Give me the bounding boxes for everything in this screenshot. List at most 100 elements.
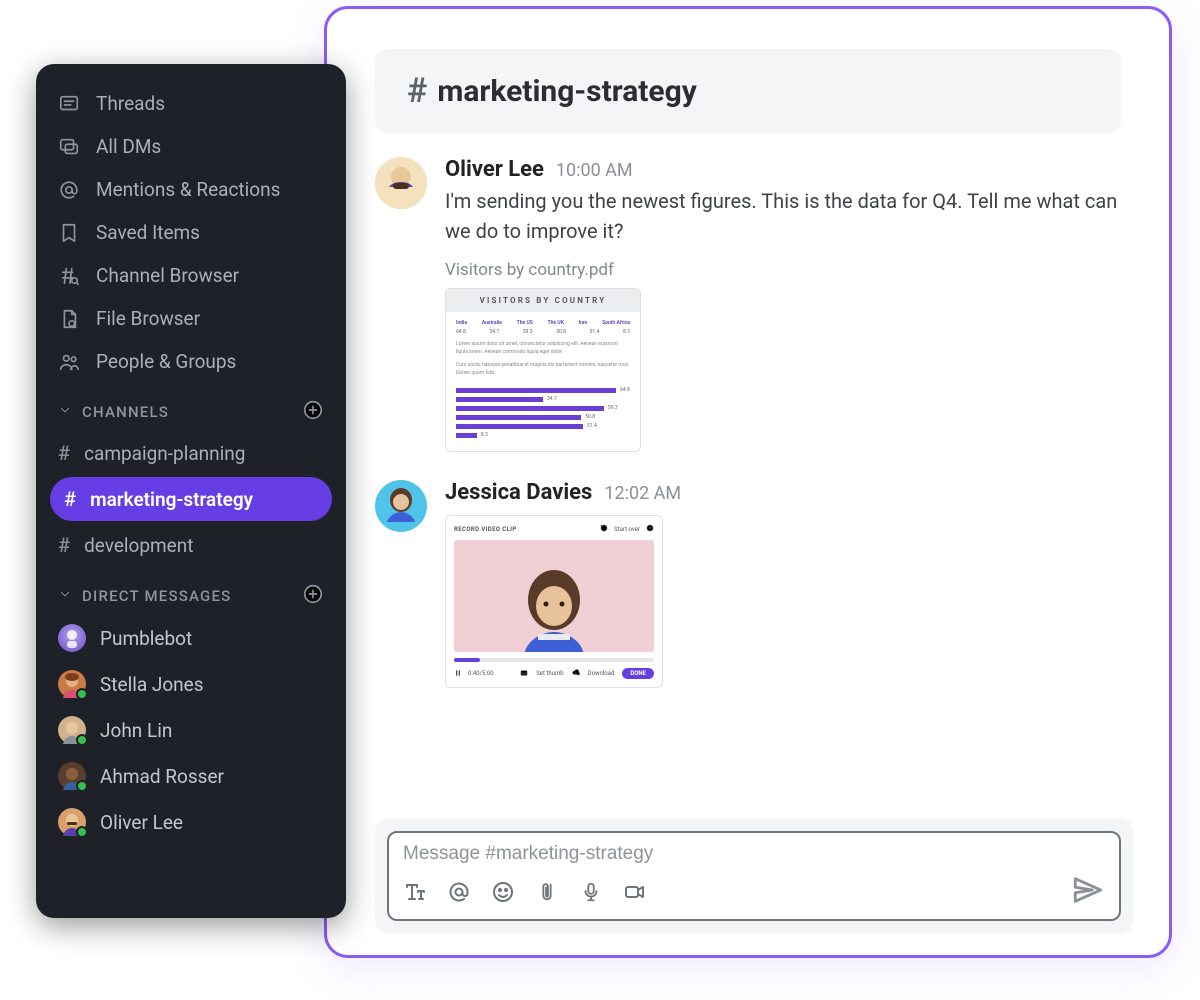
message-text: I'm sending you the newest figures. This…	[445, 186, 1121, 246]
avatar	[58, 762, 86, 790]
message-time: 12:02 AM	[604, 483, 681, 504]
message-time: 10:00 AM	[556, 160, 633, 181]
message-list: Oliver Lee 10:00 AM I'm sending you the …	[327, 133, 1169, 688]
composer-container	[375, 819, 1133, 933]
send-button[interactable]	[1071, 873, 1105, 911]
channel-item[interactable]: # development	[36, 523, 346, 567]
dm-name: Pumblebot	[100, 627, 192, 650]
chevron-down-icon	[58, 587, 72, 605]
threads-icon	[58, 93, 80, 115]
avatar[interactable]	[375, 480, 427, 532]
chat-panel: # marketing-strategy Oliver Lee 10:00 AM…	[324, 6, 1172, 958]
dms-label: DIRECT MESSAGES	[82, 587, 231, 605]
nav-file-browser[interactable]: File Browser	[36, 297, 346, 340]
dms-icon	[58, 136, 80, 158]
nav-label: Mentions & Reactions	[96, 178, 280, 201]
file-browser-icon	[58, 308, 80, 330]
video-preview	[454, 540, 654, 652]
status-online	[76, 734, 88, 746]
add-dm-button[interactable]	[302, 583, 324, 609]
hash-icon: #	[58, 533, 70, 557]
channel-header: # marketing-strategy	[375, 49, 1121, 133]
nav-all-dms[interactable]: All DMs	[36, 125, 346, 168]
channel-item-active[interactable]: # marketing-strategy	[50, 477, 332, 521]
chevron-down-icon	[58, 403, 72, 421]
pdf-lorem: Cum sociis natoque penatibus et magnis d…	[456, 362, 630, 377]
pdf-title: VISITORS BY COUNTRY	[446, 289, 640, 312]
channel-name: development	[84, 534, 193, 557]
hash-icon: #	[58, 441, 70, 465]
avatar	[58, 670, 86, 698]
add-channel-button[interactable]	[302, 399, 324, 425]
dm-name: Ahmad Rosser	[100, 765, 224, 788]
mention-icon[interactable]	[447, 880, 471, 904]
mentions-icon	[58, 179, 80, 201]
nav-label: Saved Items	[96, 221, 200, 244]
sidebar: Threads All DMs Mentions & Reactions Sav…	[36, 64, 346, 918]
nav-channel-browser[interactable]: Channel Browser	[36, 254, 346, 297]
dm-item[interactable]: Stella Jones	[36, 661, 346, 707]
channel-item[interactable]: # campaign-planning	[36, 431, 346, 475]
avatar	[58, 716, 86, 744]
mic-icon[interactable]	[579, 880, 603, 904]
nav-label: All DMs	[96, 135, 161, 158]
channels-header[interactable]: CHANNELS	[36, 383, 346, 431]
dm-name: Stella Jones	[100, 673, 204, 696]
dm-item[interactable]: John Lin	[36, 707, 346, 753]
channel-name: campaign-planning	[84, 442, 245, 465]
refresh-icon[interactable]	[600, 524, 608, 534]
message-input[interactable]	[403, 843, 1105, 865]
status-online	[76, 826, 88, 838]
download-icon[interactable]	[572, 669, 580, 679]
message-author: Jessica Davies	[445, 480, 592, 505]
emoji-icon[interactable]	[491, 880, 515, 904]
nav-threads[interactable]: Threads	[36, 82, 346, 125]
nav-saved[interactable]: Saved Items	[36, 211, 346, 254]
set-thumb-label[interactable]: Set thumb	[536, 670, 563, 677]
nav-label: Channel Browser	[96, 264, 239, 287]
dm-item[interactable]: Ahmad Rosser	[36, 753, 346, 799]
channels-label: CHANNELS	[82, 403, 169, 421]
attach-icon[interactable]	[535, 880, 559, 904]
message: Jessica Davies 12:02 AM RECORD VIDEO CLI…	[375, 480, 1121, 688]
nav-people[interactable]: People & Groups	[36, 340, 346, 383]
dm-item[interactable]: Pumblebot	[36, 615, 346, 661]
status-online	[76, 688, 88, 700]
channel-browser-icon	[58, 265, 80, 287]
avatar	[58, 808, 86, 836]
pdf-preview[interactable]: VISITORS BY COUNTRY India Australia The …	[445, 288, 641, 452]
pdf-values-row: 64.8 34.7 59.3 50.8 51.4 8.3	[456, 329, 630, 335]
close-icon[interactable]	[646, 524, 654, 534]
message-author: Oliver Lee	[445, 157, 544, 182]
hash-icon: #	[64, 487, 76, 511]
pdf-columns: India Australia The US The UK Iran South…	[456, 320, 630, 326]
pdf-bar-chart: 64.8 34.7 59.3 50.8 51.4 8.3	[456, 387, 630, 438]
image-icon[interactable]	[520, 669, 528, 679]
avatar[interactable]	[375, 157, 427, 209]
nav-label: People & Groups	[96, 350, 236, 373]
nav-label: Threads	[96, 92, 165, 115]
dm-name: John Lin	[100, 719, 172, 742]
dm-item[interactable]: Oliver Lee	[36, 799, 346, 845]
hash-icon: #	[407, 71, 427, 111]
pause-icon[interactable]	[454, 669, 462, 679]
format-icon[interactable]	[403, 880, 427, 904]
download-label[interactable]: Download	[588, 670, 615, 677]
nav-label: File Browser	[96, 307, 200, 330]
status-online	[76, 780, 88, 792]
video-record-card[interactable]: RECORD VIDEO CLIP Start over	[445, 515, 663, 688]
nav-mentions[interactable]: Mentions & Reactions	[36, 168, 346, 211]
avatar	[58, 624, 86, 652]
bookmark-icon	[58, 222, 80, 244]
message-composer	[387, 831, 1121, 921]
attachment-filename[interactable]: Visitors by country.pdf	[445, 260, 1121, 280]
start-over-label[interactable]: Start over	[614, 526, 640, 533]
video-progress[interactable]	[454, 658, 654, 662]
dm-name: Oliver Lee	[100, 811, 183, 834]
dms-header[interactable]: DIRECT MESSAGES	[36, 567, 346, 615]
message: Oliver Lee 10:00 AM I'm sending you the …	[375, 157, 1121, 452]
channel-title: marketing-strategy	[437, 74, 697, 109]
video-icon[interactable]	[623, 880, 647, 904]
channel-name: marketing-strategy	[90, 488, 253, 511]
done-button[interactable]: DONE	[622, 668, 654, 679]
